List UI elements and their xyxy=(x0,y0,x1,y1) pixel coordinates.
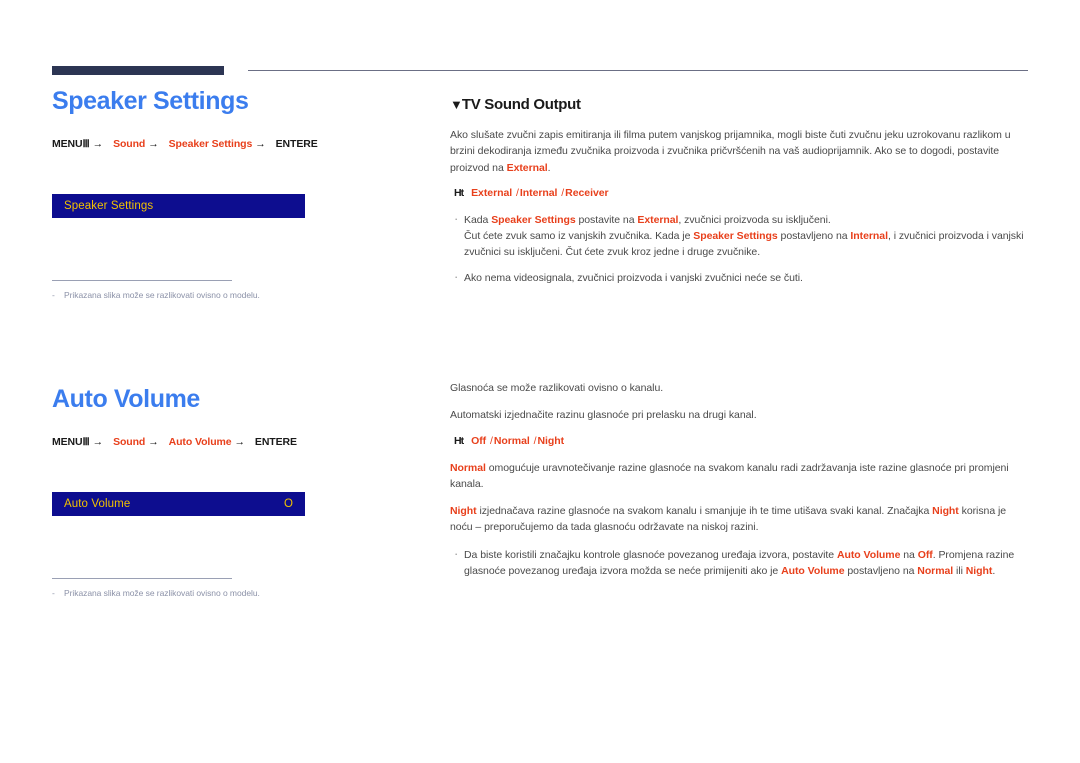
options-auto-volume: Ht Off /Normal /Night xyxy=(454,434,565,447)
option-internal[interactable]: Internal xyxy=(520,187,558,199)
highlight-term: Night xyxy=(932,505,959,518)
menu-glyph-icon: Ⅲ xyxy=(82,137,90,150)
list-item: Čut ćete zvuk samo iz vanjskih zvučnika.… xyxy=(464,228,1028,261)
breadcrumb-enter-label: ENTER xyxy=(254,435,291,448)
list-item: Ako nema videosignala, zvučnici proizvod… xyxy=(454,269,1028,286)
page-title-speaker-settings: Speaker Settings xyxy=(52,87,249,115)
header-rule-thick xyxy=(52,66,224,75)
paragraph-auto-volume-line2: Automatski izjednačite razinu glasnoće p… xyxy=(450,409,757,422)
breadcrumb-arrow-icon-3: → xyxy=(255,137,266,150)
breadcrumb-arrow-icon-3: → xyxy=(234,435,246,448)
footnote-speaker-settings: - Prikazana slika može se razlikovati ovi… xyxy=(52,290,420,300)
breadcrumb-arrow-icon: → xyxy=(92,435,104,448)
bullet-list-tv-sound-output: Kada Speaker Settings postavite na Exter… xyxy=(450,211,1028,286)
section-speaker-settings-left: Speaker Settings MENUⅢ → Sound → Speaker Set… xyxy=(52,87,420,300)
highlight-term: Speaker Settings xyxy=(491,213,576,226)
enter-glyph-icon: E xyxy=(290,435,297,448)
breadcrumb-arrow-icon: → xyxy=(92,137,104,150)
breadcrumb-step-auto-volume: Auto Volume xyxy=(168,435,232,448)
highlight-term: Off xyxy=(917,548,933,561)
osd-value-auto-volume: O xyxy=(283,497,293,510)
text-run: Da biste koristili značajku kontrole gla… xyxy=(464,548,837,561)
footnote-dash: - xyxy=(52,587,55,598)
highlight-term: Auto Volume xyxy=(781,564,845,577)
breadcrumb-step-speaker-settings: Speaker Settings xyxy=(168,137,253,150)
section-auto-volume-left: Auto Volume MENUⅢ → Sound → Auto Volume → ENTE… xyxy=(52,385,420,598)
highlight-term: Night xyxy=(450,505,477,518)
footnote-dash: - xyxy=(52,289,55,300)
footnote-divider xyxy=(52,279,232,281)
option-normal[interactable]: Normal xyxy=(494,435,530,447)
text-run: . xyxy=(992,564,996,577)
breadcrumb-speaker-settings: MENUⅢ → Sound → Speaker Settings → ENTERE xyxy=(52,138,420,150)
paragraph-tv-sound-intro: Ako slušate zvučni zapis emitiranja ili … xyxy=(450,127,1028,176)
option-receiver[interactable]: Receiver xyxy=(565,187,608,199)
enter-glyph-icon: E xyxy=(310,137,318,150)
text-run: izjednačava razine glasnoće na svakom ka… xyxy=(476,505,933,518)
breadcrumb-step-sound: Sound xyxy=(113,137,146,150)
highlight-term: Auto Volume xyxy=(836,548,901,561)
text-run: Čut ćete zvuk samo iz vanjskih zvučnika.… xyxy=(464,230,694,243)
osd-label-speaker-settings: Speaker Settings xyxy=(64,199,154,212)
options-bullet-icon: Ht xyxy=(454,434,464,447)
breadcrumb-auto-volume: MENUⅢ → Sound → Auto Volume → ENTERE xyxy=(52,436,420,448)
page-title-auto-volume: Auto Volume xyxy=(52,385,200,413)
list-item: Kada Speaker Settings postavite na Exter… xyxy=(454,211,1028,228)
osd-label-auto-volume: Auto Volume xyxy=(64,497,131,510)
text-run: postavite na xyxy=(575,213,638,226)
osd-menu-speaker-settings[interactable]: Speaker Settings xyxy=(52,193,305,218)
text-run: Kada xyxy=(464,213,492,226)
options-tv-sound-output: Ht External /Internal /Receiver xyxy=(454,186,609,199)
text-run: , zvučnici proizvoda su isključeni. xyxy=(678,213,831,226)
breadcrumb-enter-label: ENTER xyxy=(275,137,311,150)
highlight-term: Normal xyxy=(450,461,486,474)
section-speaker-settings-right: ▼ TV Sound Output Ako slušate zvučni zapi… xyxy=(450,96,1028,296)
header-rule-thin xyxy=(248,70,1028,71)
paragraph-night-description: Night izjednačava razine glasnoće na sva… xyxy=(450,503,1028,536)
option-external[interactable]: External xyxy=(471,187,512,199)
breadcrumb-menu-label: MENU xyxy=(52,137,83,150)
page-header-rule xyxy=(52,66,1028,76)
text-run: Ako nema videosignala, zvučnici proizvod… xyxy=(464,271,803,284)
intro-highlight-external: External xyxy=(506,161,548,174)
subsection-title-text: TV Sound Output xyxy=(461,96,581,113)
footnote-block-speaker-settings: - Prikazana slika može se razlikovati ovi… xyxy=(52,279,420,300)
text-run: postavljeno na xyxy=(844,564,918,577)
paragraph-normal-description: Normal omogućuje uravnotečivanje razine … xyxy=(450,460,1028,493)
highlight-term: Night xyxy=(965,564,993,577)
bullet-list-auto-volume: Da biste koristili značajku kontrole gla… xyxy=(450,546,1028,580)
footnote-text: Prikazana slika može se razlikovati ovis… xyxy=(64,587,260,598)
breadcrumb-arrow-icon-2: → xyxy=(148,137,159,150)
triangle-down-icon: ▼ xyxy=(450,97,463,112)
highlight-term: Normal xyxy=(917,564,954,577)
text-run: postavljeno na xyxy=(777,230,851,243)
intro-tail: . xyxy=(547,161,551,174)
text-run: ili xyxy=(953,564,966,577)
breadcrumb-arrow-icon-2: → xyxy=(148,435,159,448)
option-night[interactable]: Night xyxy=(538,435,565,447)
footnote-auto-volume: - Prikazana slika može se razlikovati ovi… xyxy=(52,588,420,598)
footnote-text: Prikazana slika može se razlikovati ovis… xyxy=(64,289,260,300)
footnote-divider xyxy=(52,577,232,579)
options-bullet-icon: Ht xyxy=(454,186,464,199)
breadcrumb-menu-label: MENU xyxy=(52,435,83,448)
highlight-term: Internal xyxy=(850,230,888,243)
section-auto-volume-right: Glasnoća se može razlikovati ovisno o ka… xyxy=(450,380,1028,589)
text-run: na xyxy=(900,548,918,561)
menu-glyph-icon: Ⅲ xyxy=(82,435,90,448)
highlight-term: External xyxy=(637,213,679,226)
option-off[interactable]: Off xyxy=(471,435,486,447)
breadcrumb-step-sound: Sound xyxy=(113,435,146,448)
subsection-title-tv-sound-output: ▼ TV Sound Output xyxy=(450,96,1028,113)
text-run: omogućuje uravnotečivanje razine glasnoć… xyxy=(450,461,1009,490)
osd-menu-auto-volume[interactable]: Auto Volume O xyxy=(52,491,305,516)
paragraph-auto-volume-line1: Glasnoća se može razlikovati ovisno o ka… xyxy=(450,382,664,394)
highlight-term: Speaker Settings xyxy=(693,230,778,243)
footnote-block-auto-volume: - Prikazana slika može se razlikovati ovi… xyxy=(52,577,420,598)
list-item: Da biste koristili značajku kontrole gla… xyxy=(454,546,1028,580)
